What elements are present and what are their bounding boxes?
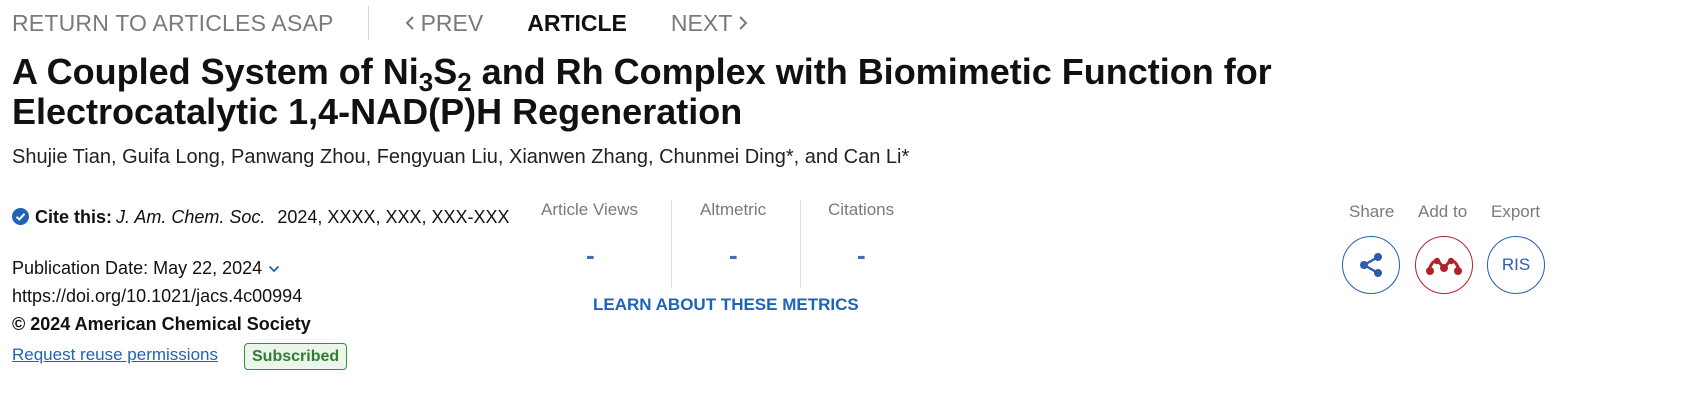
subscribed-badge: Subscribed: [244, 343, 348, 370]
mendeley-icon: [1426, 257, 1462, 275]
metric-value: -: [857, 240, 866, 270]
metric-label: Article Views: [541, 200, 638, 219]
share-label: Share: [1349, 202, 1395, 221]
prev-link[interactable]: PREV: [399, 9, 484, 37]
metric-divider: [800, 200, 801, 288]
prev-label: PREV: [420, 9, 484, 36]
copyright-text: © 2024 American Chemical Society: [12, 314, 311, 334]
chevron-right-icon: [739, 16, 748, 30]
publication-date-text: Publication Date: May 22, 2024: [12, 258, 263, 278]
metric-label: Altmetric: [700, 200, 767, 219]
article-tab[interactable]: ARTICLE: [527, 10, 627, 37]
chevron-left-icon: [405, 16, 414, 30]
title-text-1: A Coupled System of Ni: [12, 51, 419, 92]
metric-divider: [671, 200, 672, 288]
next-label: NEXT: [670, 9, 733, 36]
title-text-2: S: [433, 51, 458, 92]
article-navigation: RETURN TO ARTICLES ASAP PREV ARTICLE NEX…: [12, 6, 754, 40]
metric-altmetric: Altmetric -: [700, 200, 766, 288]
add-to-label: Add to: [1418, 202, 1468, 221]
metric-article-views: Article Views -: [541, 200, 638, 288]
metric-label: Citations: [828, 200, 895, 219]
publication-date[interactable]: Publication Date: May 22, 2024: [12, 258, 280, 279]
metric-citations: Citations -: [828, 200, 894, 288]
check-circle-icon: [12, 208, 29, 225]
metric-value: -: [729, 240, 738, 270]
citation-details: 2024, XXXX, XXX, XXX-XXX: [277, 207, 510, 227]
doi-link[interactable]: https://doi.org/10.1021/jacs.4c00994: [12, 286, 302, 307]
ris-label: RIS: [1501, 255, 1531, 274]
share-button[interactable]: [1342, 236, 1400, 294]
cite-label[interactable]: Cite this:: [35, 207, 112, 227]
return-to-articles-link[interactable]: RETURN TO ARTICLES ASAP: [12, 10, 334, 37]
request-reuse-permissions-link[interactable]: Request reuse permissions: [12, 345, 218, 365]
citation-line: Cite this: J. Am. Chem. Soc. 2024, XXXX, X…: [12, 203, 532, 231]
nav-divider: [367, 6, 369, 40]
chevron-down-icon: [269, 265, 280, 272]
author-list[interactable]: Shujie Tian, Guifa Long, Panwang Zhou, F…: [12, 146, 909, 169]
learn-about-metrics-link[interactable]: LEARN ABOUT THESE METRICS: [593, 295, 859, 315]
journal-name: J. Am. Chem. Soc.: [116, 207, 266, 227]
add-to-mendeley-button[interactable]: [1415, 236, 1473, 294]
article-title: A Coupled System of Ni3S2 and Rh Complex…: [12, 52, 1412, 132]
next-link[interactable]: NEXT: [671, 10, 754, 37]
export-ris-button[interactable]: RIS: [1487, 236, 1545, 294]
metric-value: -: [586, 240, 595, 270]
export-label: Export: [1491, 202, 1541, 221]
share-icon: [1360, 253, 1382, 277]
